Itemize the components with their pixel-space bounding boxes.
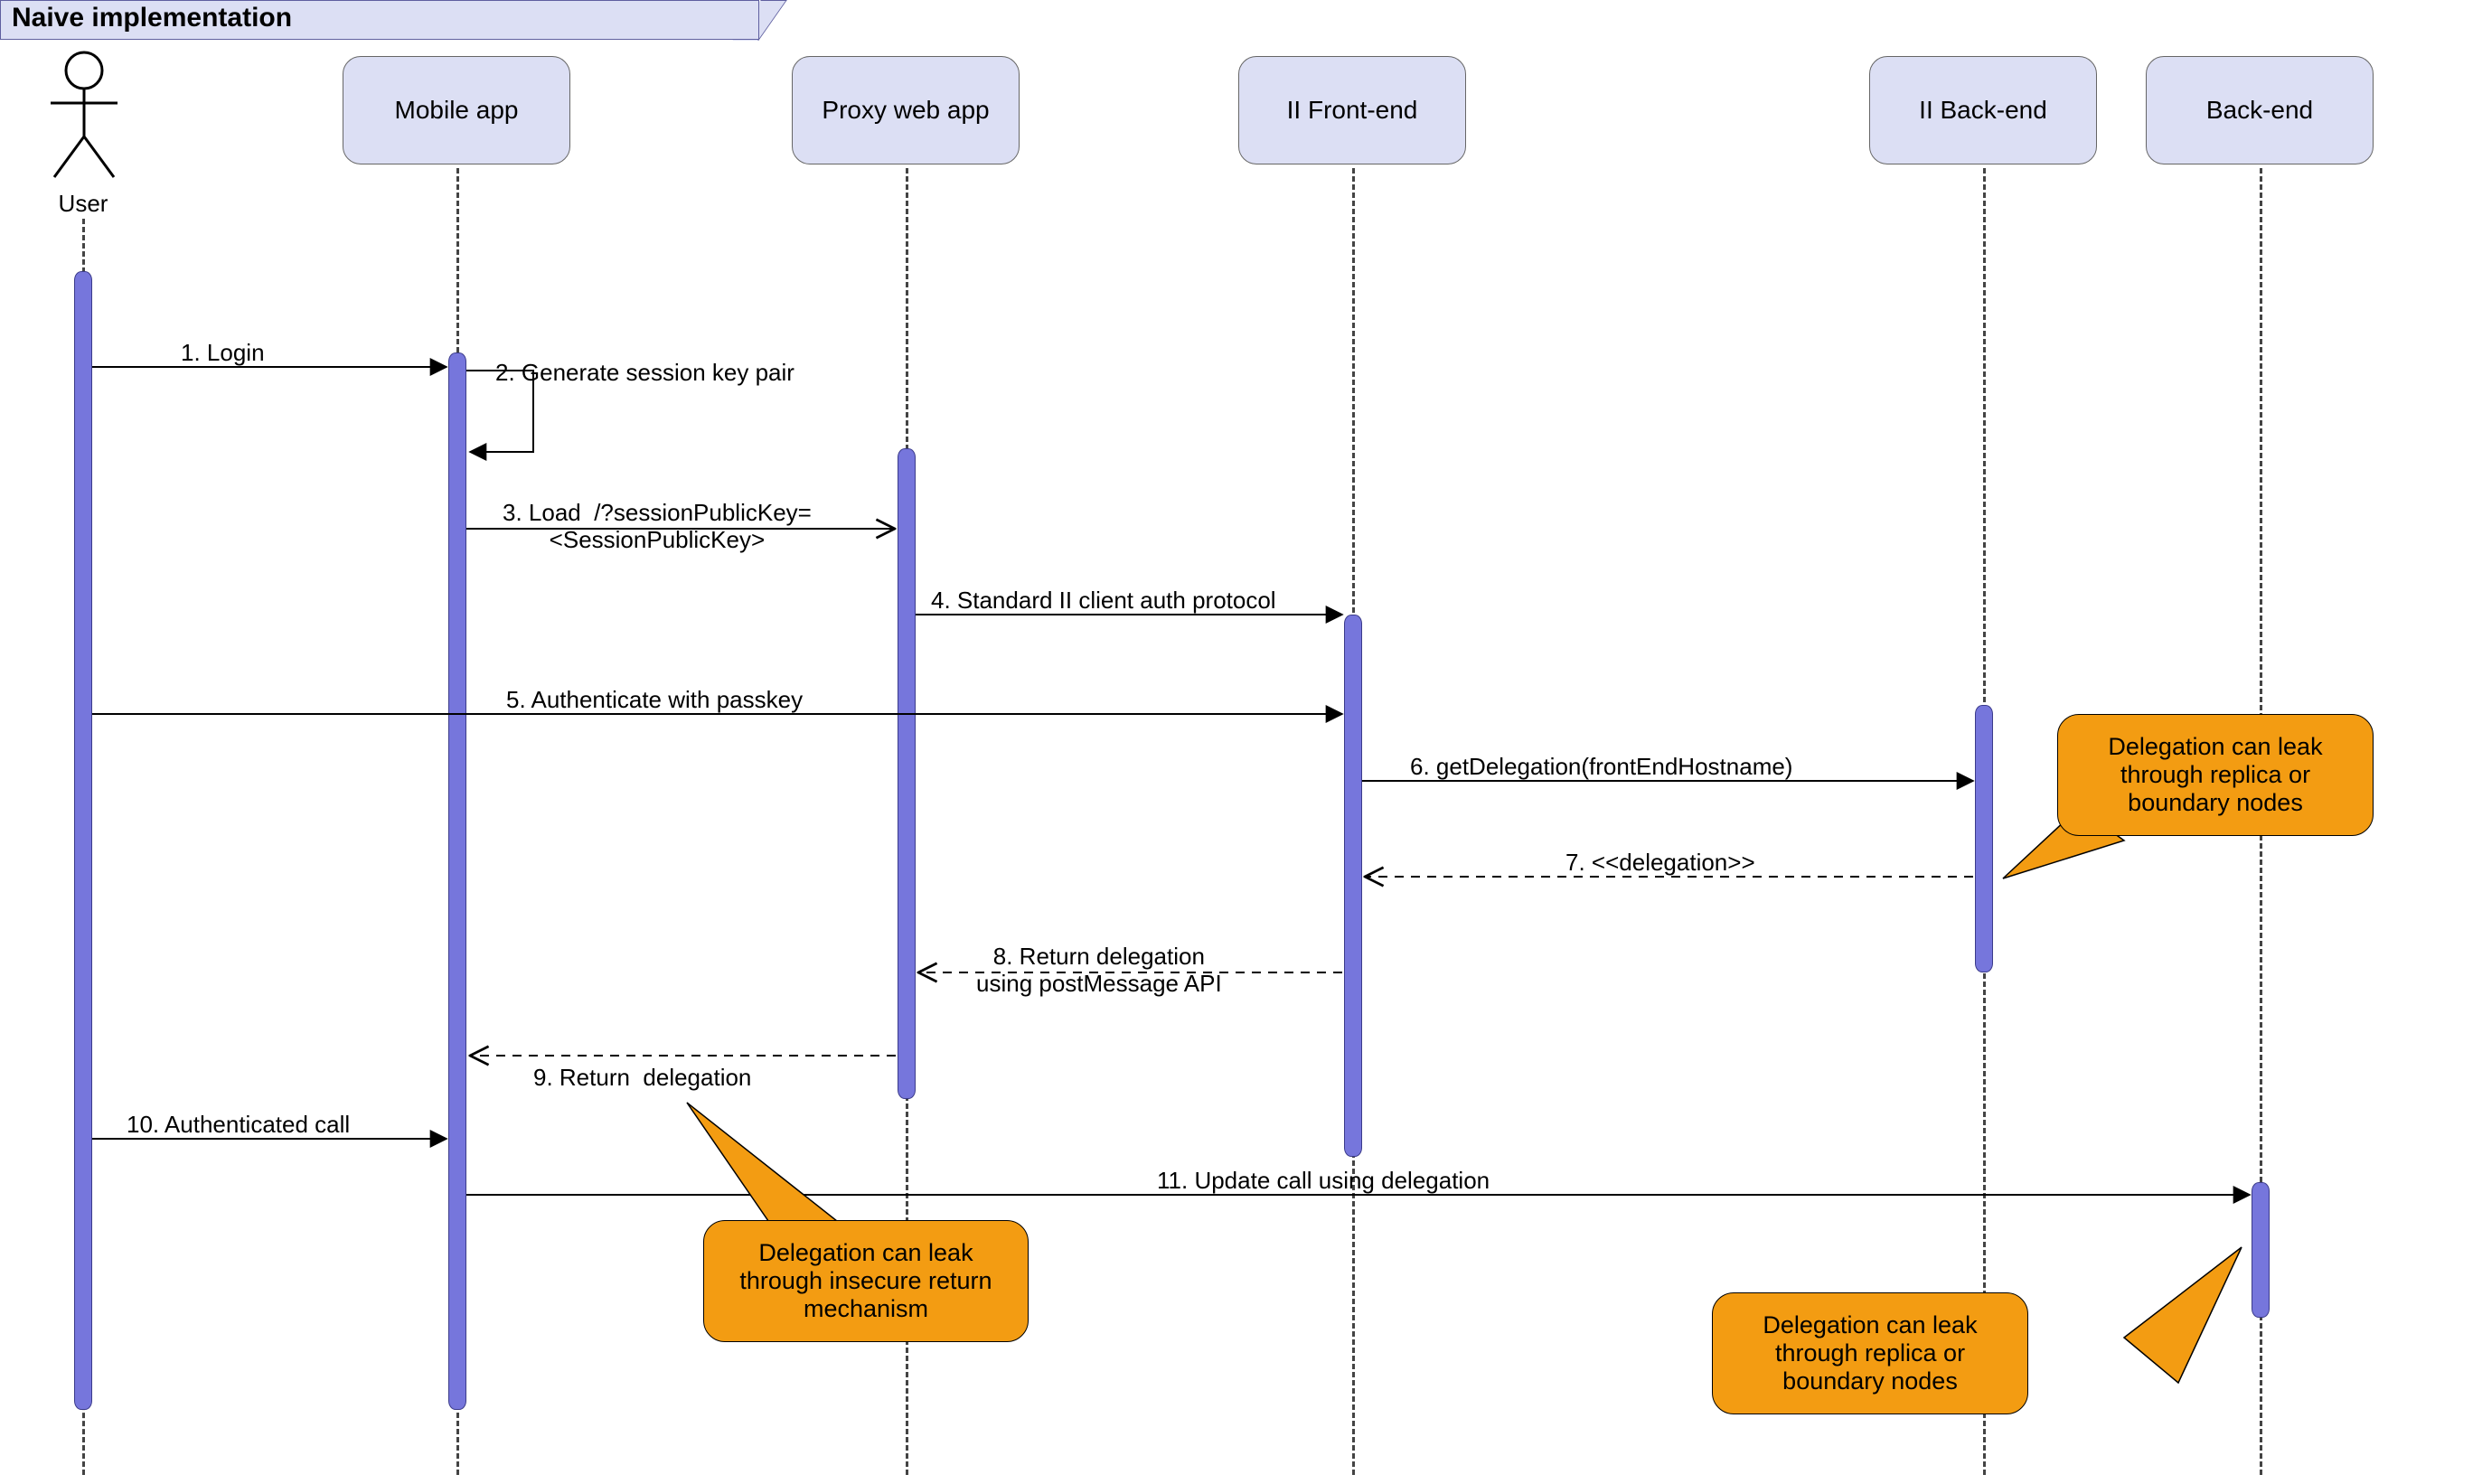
- user-actor-icon: [45, 51, 123, 186]
- user-actor-label: User: [54, 190, 112, 218]
- sequence-diagram: Naive implementation User Mobile app Pro…: [0, 0, 2482, 1484]
- msg-7-delegation-return: 7. <<delegation>>: [1565, 850, 1755, 877]
- msg-11-update-call: 11. Update call using delegation: [1157, 1168, 1490, 1195]
- activation-iifront: [1344, 615, 1362, 1157]
- msg-9-return-delegation: 9. Return delegation: [533, 1065, 751, 1092]
- msg-3-load-session: 3. Load /?sessionPublicKey= <SessionPubl…: [503, 500, 812, 554]
- note-leak-replica-2: Delegation can leak through replica or b…: [1712, 1292, 2028, 1414]
- diagram-title: Naive implementation: [0, 0, 759, 40]
- participant-mobile-app: Mobile app: [343, 56, 570, 164]
- note-leak-insecure-return: Delegation can leak through insecure ret…: [703, 1220, 1029, 1342]
- msg-8-return-postmessage: 8. Return delegation using postMessage A…: [976, 944, 1222, 998]
- msg-4-ii-auth-protocol: 4. Standard II client auth protocol: [931, 587, 1276, 615]
- participant-proxy-web-app: Proxy web app: [792, 56, 1020, 164]
- msg-1-login: 1. Login: [181, 340, 265, 367]
- participant-ii-backend: II Back-end: [1869, 56, 2097, 164]
- activation-mobile: [448, 352, 466, 1410]
- msg-6-get-delegation: 6. getDelegation(frontEndHostname): [1410, 754, 1792, 781]
- note-leak-replica-1: Delegation can leak through replica or b…: [2057, 714, 2374, 836]
- activation-iiback: [1975, 705, 1993, 972]
- msg-10-authenticated-call: 10. Authenticated call: [127, 1112, 350, 1139]
- participant-backend: Back-end: [2146, 56, 2374, 164]
- participant-ii-frontend: II Front-end: [1238, 56, 1466, 164]
- activation-proxy: [898, 448, 916, 1099]
- msg-5-authenticate-passkey: 5. Authenticate with passkey: [506, 687, 803, 714]
- activation-user: [74, 271, 92, 1410]
- msg-2-generate-session-key: 2. Generate session key pair: [495, 360, 794, 387]
- activation-backend: [2252, 1182, 2270, 1318]
